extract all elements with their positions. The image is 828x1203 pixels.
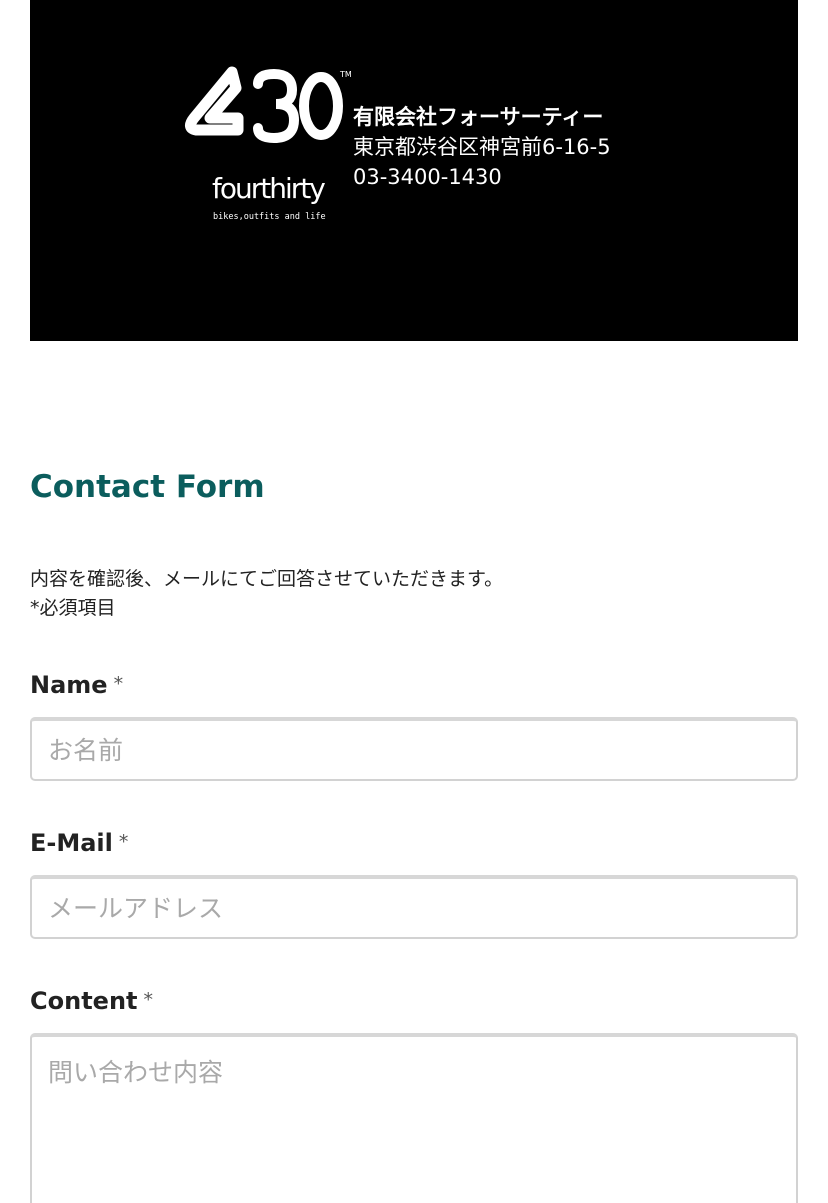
email-label: E-Mail *: [30, 827, 128, 861]
required-asterisk: *: [118, 831, 129, 853]
intro-text: 内容を確認後、メールにてご回答させていただきます。: [30, 568, 504, 590]
name-label-text: Name: [30, 671, 108, 699]
company-address: 東京都渋谷区神宮前6-16-5: [353, 135, 611, 159]
name-input[interactable]: [30, 717, 798, 781]
logo-four-shape: [185, 66, 244, 136]
email-label-text: E-Mail: [30, 829, 113, 857]
fourthirty-logo: TM fourthirty bikes,outfits and life: [185, 66, 352, 222]
trademark-mark: TM: [339, 70, 352, 79]
content-label-text: Content: [30, 987, 138, 1015]
company-header: TM fourthirty bikes,outfits and life 有限会…: [30, 0, 798, 341]
required-asterisk: *: [143, 989, 154, 1011]
email-input[interactable]: [30, 875, 798, 939]
required-note: *必須項目: [30, 597, 116, 619]
logo-three-shape: [253, 68, 300, 144]
contact-page: TM fourthirty bikes,outfits and life 有限会…: [0, 0, 828, 1203]
logo-zero-shape: [299, 72, 343, 140]
form-title: Contact Form: [30, 469, 265, 505]
company-info: 有限会社フォーサーティー 東京都渋谷区神宮前6-16-5 03-3400-143…: [353, 102, 611, 192]
form-intro: 内容を確認後、メールにてご回答させていただきます。 *必須項目: [30, 565, 503, 623]
required-asterisk: *: [113, 673, 124, 695]
name-label: Name *: [30, 669, 123, 703]
content-textarea[interactable]: [30, 1033, 798, 1203]
company-name: 有限会社フォーサーティー: [353, 105, 604, 129]
company-phone[interactable]: 03-3400-1430: [353, 162, 611, 192]
content-label: Content *: [30, 985, 153, 1019]
logo-wordmark: fourthirty: [212, 172, 325, 205]
logo-tagline: bikes,outfits and life: [213, 212, 326, 222]
